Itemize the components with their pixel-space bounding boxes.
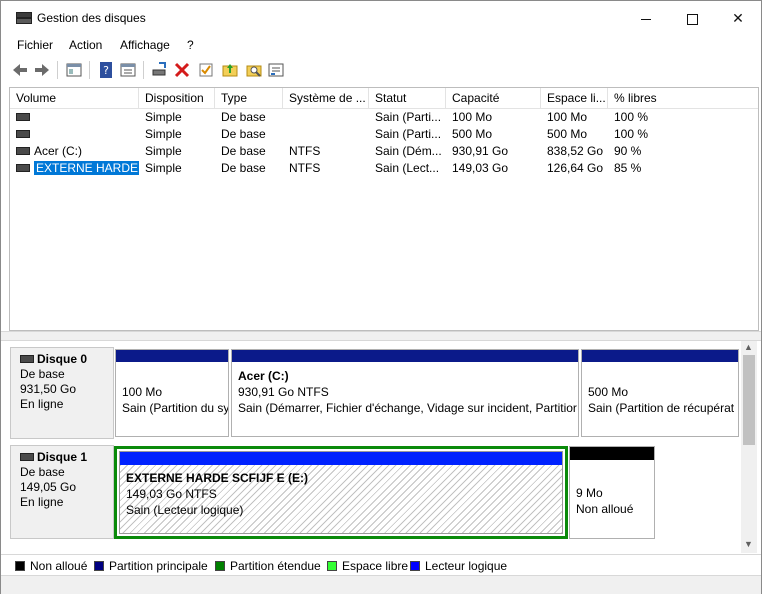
- table-row[interactable]: Simple De base Sain (Parti... 500 Mo 500…: [10, 126, 758, 143]
- scroll-up-icon[interactable]: ▲: [744, 342, 753, 352]
- search-folder-icon[interactable]: [245, 61, 263, 79]
- close-icon: ✕: [732, 10, 744, 26]
- svg-text:?: ?: [103, 64, 109, 77]
- col-capacity[interactable]: Capacité: [446, 88, 541, 108]
- legend-free-space: Espace libre: [327, 559, 408, 573]
- partition-system[interactable]: 100 Mo Sain (Partition du sy: [115, 349, 229, 437]
- disk-icon: [20, 452, 34, 461]
- col-type[interactable]: Type: [215, 88, 283, 108]
- partition-acer-c[interactable]: Acer (C:) 930,91 Go NTFS Sain (Démarrer,…: [231, 349, 579, 437]
- volume-icon: [16, 163, 30, 172]
- properties-icon[interactable]: [119, 61, 137, 79]
- minimize-icon: [641, 18, 651, 20]
- primary-partition-bar: [232, 350, 578, 362]
- extended-partition[interactable]: EXTERNE HARDE SCFIJF E (E:) 149,03 Go NT…: [114, 446, 568, 539]
- maximize-button[interactable]: [669, 1, 715, 35]
- pane-splitter[interactable]: [1, 331, 761, 341]
- folder-up-icon[interactable]: [221, 61, 239, 79]
- status-bar: [1, 575, 761, 594]
- logical-drive-e[interactable]: EXTERNE HARDE SCFIJF E (E:) 149,03 Go NT…: [119, 451, 563, 534]
- swatch-icon: [94, 561, 104, 571]
- table-row[interactable]: EXTERNE HARDE S... Simple De base NTFS S…: [10, 160, 758, 177]
- menu-action[interactable]: Action: [69, 38, 102, 52]
- volume-icon: [16, 129, 30, 138]
- scrollbar-thumb[interactable]: [743, 355, 755, 445]
- unallocated-space[interactable]: 9 Mo Non alloué: [569, 446, 655, 539]
- menu-fichier[interactable]: Fichier: [17, 38, 53, 52]
- swatch-icon: [327, 561, 337, 571]
- legend: Non alloué Partition principale Partitio…: [1, 554, 761, 575]
- swatch-icon: [410, 561, 420, 571]
- close-button[interactable]: ✕: [715, 1, 761, 35]
- col-filesystem[interactable]: Système de ...: [283, 88, 369, 108]
- disk-graphical-view: Disque 0 De base 931,50 Go En ligne 100 …: [9, 341, 757, 553]
- settings-list-icon[interactable]: [267, 61, 285, 79]
- volume-icon: [16, 112, 30, 121]
- check-icon[interactable]: [197, 61, 215, 79]
- col-volume[interactable]: Volume: [10, 88, 139, 108]
- volume-icon: [16, 146, 30, 155]
- console-tree-icon[interactable]: [65, 61, 83, 79]
- col-percent-free[interactable]: % libres: [608, 88, 758, 108]
- unallocated-bar: [570, 447, 654, 460]
- volume-list: Volume Disposition Type Système de ... S…: [9, 87, 759, 331]
- menu-help[interactable]: ?: [187, 38, 194, 52]
- col-disposition[interactable]: Disposition: [139, 88, 215, 108]
- minimize-button[interactable]: [623, 1, 669, 35]
- toolbar: ?: [1, 57, 761, 81]
- menu-affichage[interactable]: Affichage: [120, 38, 170, 52]
- forward-icon[interactable]: [33, 61, 51, 79]
- primary-partition-bar: [116, 350, 228, 362]
- maximize-icon: [686, 13, 698, 25]
- legend-primary: Partition principale: [94, 559, 208, 573]
- primary-partition-bar: [582, 350, 738, 362]
- legend-unallocated: Non alloué: [15, 559, 87, 573]
- title-bar: Gestion des disques ✕: [1, 1, 761, 35]
- disk-0-label[interactable]: Disque 0 De base 931,50 Go En ligne: [10, 347, 114, 439]
- disk-icon: [20, 354, 34, 363]
- disk-management-window: Gestion des disques ✕ Fichier Action Aff…: [0, 0, 762, 594]
- graphical-view-scrollbar[interactable]: ▲ ▼: [741, 341, 757, 553]
- scroll-down-icon[interactable]: ▼: [744, 539, 753, 549]
- swatch-icon: [15, 561, 25, 571]
- connect-icon[interactable]: [151, 61, 169, 79]
- back-icon[interactable]: [11, 61, 29, 79]
- table-row[interactable]: Simple De base Sain (Parti... 100 Mo 100…: [10, 109, 758, 126]
- legend-extended: Partition étendue: [215, 559, 321, 573]
- logical-drive-bar: [120, 452, 562, 465]
- col-free-space[interactable]: Espace li...: [541, 88, 608, 108]
- menu-bar: Fichier Action Affichage ?: [1, 35, 761, 55]
- disk-management-icon: [15, 11, 32, 25]
- delete-icon[interactable]: [173, 61, 191, 79]
- column-header: Volume Disposition Type Système de ... S…: [10, 88, 758, 109]
- disk-1-label[interactable]: Disque 1 De base 149,05 Go En ligne: [10, 445, 114, 539]
- partition-recovery[interactable]: 500 Mo Sain (Partition de récupérat: [581, 349, 739, 437]
- legend-logical-drive: Lecteur logique: [410, 559, 507, 573]
- col-status[interactable]: Statut: [369, 88, 446, 108]
- swatch-icon: [215, 561, 225, 571]
- window-title: Gestion des disques: [37, 11, 146, 25]
- table-row[interactable]: Acer (C:) Simple De base NTFS Sain (Dém.…: [10, 143, 758, 160]
- help-icon[interactable]: ?: [97, 61, 115, 79]
